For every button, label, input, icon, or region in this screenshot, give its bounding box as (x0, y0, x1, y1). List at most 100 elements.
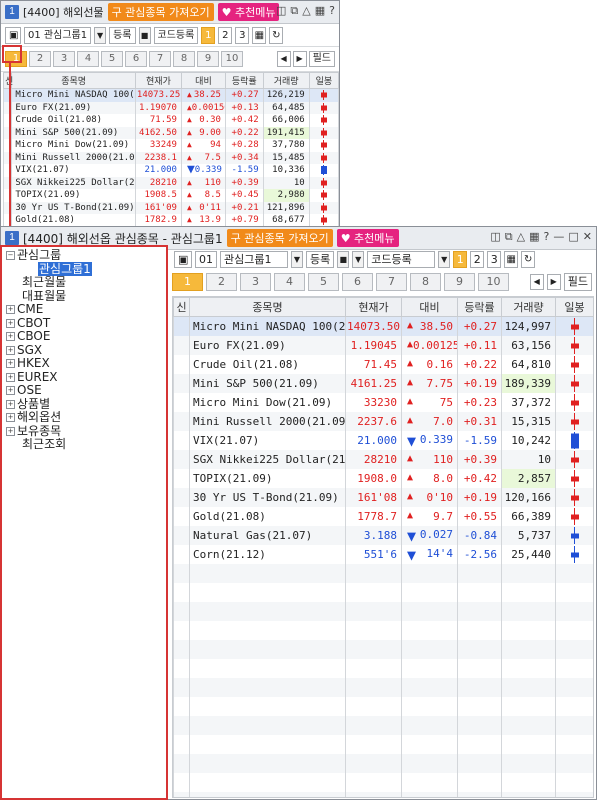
table-row[interactable]: Crude Oil(21.08) 71.45 ▲ 0.16 +0.22 64,810 (173, 355, 593, 374)
expand-icon[interactable]: + (6, 386, 15, 395)
expand-icon[interactable]: + (6, 359, 15, 368)
num-tab-1[interactable]: 1 (453, 250, 468, 268)
register-button[interactable]: 등록 (109, 26, 136, 44)
page-tab-7[interactable]: 7 (149, 51, 171, 67)
column-header[interactable]: 현재가 (134, 72, 182, 89)
table-row[interactable]: Natural Gas(21.07) 3.188 ▼ 0.027 -0.84 5,737 (173, 526, 593, 545)
tree-item-selected[interactable]: 관심그룹1 (6, 261, 162, 277)
symbol-name[interactable]: Micro Mini NASDAQ 100(21.09) (11, 88, 136, 102)
table-row[interactable]: Mini Russell 2000(21.09) 2237.6 ▲ 7.0 +0.31 1… (173, 412, 593, 431)
page-tab-9[interactable]: 9 (444, 273, 475, 291)
expand-icon[interactable]: + (6, 413, 15, 422)
register-dropdown-icon[interactable]: ■ (337, 250, 350, 268)
table-row[interactable]: TOPIX(21.09) 1908.5 ▲ 8.5 +0.45 2,980 (2, 189, 339, 202)
group-selector[interactable]: 01 관심그룹1 (24, 26, 92, 44)
expand-icon[interactable]: + (6, 332, 15, 341)
tree-item[interactable]: + EUREX (6, 370, 162, 385)
table-row[interactable]: Euro FX(21.09) 1.19045 ▲ 0.00125 +0.11 63,156 (173, 336, 593, 355)
tree-item[interactable]: + 해외옵션 (6, 410, 162, 425)
table-row[interactable]: Micro Mini NASDAQ 100(21.09)14073.50 ▲ 38.… (173, 316, 593, 336)
tree-item[interactable]: + CBOT (6, 316, 162, 331)
column-header[interactable]: 종목명 (11, 72, 136, 89)
help-icon[interactable]: ? (544, 230, 550, 244)
code-dropdown-icon[interactable]: ▼ (438, 250, 451, 268)
group-prefix[interactable]: 01 (195, 250, 217, 268)
maximize-icon[interactable]: □ (568, 230, 578, 244)
restore-icon[interactable]: ◫ (490, 230, 500, 244)
settings-icon[interactable]: ▦ (504, 250, 519, 268)
recommend-menu-button[interactable]: ♥ 추천메뉴 (217, 3, 280, 21)
page-tab-4[interactable]: 4 (274, 273, 305, 291)
refresh-icon[interactable]: ↻ (521, 250, 536, 268)
copy-icon[interactable]: ⧉ (290, 4, 298, 18)
recommend-menu-button[interactable]: ♥ 추천메뉴 (336, 229, 399, 247)
table-row[interactable]: SGX Nikkei225 Dollar(21.09)28210▲110+0.3… (173, 450, 593, 469)
symbol-name[interactable]: SGX Nikkei225 Dollar(21.09) (11, 176, 136, 189)
page-tab-3[interactable]: 3 (53, 51, 75, 67)
tree-item[interactable]: + CBOE (6, 329, 162, 344)
symbol-name[interactable]: Micro Mini Dow(21.09) (189, 393, 346, 412)
tree-toggle-icon[interactable]: ▣ (174, 250, 192, 268)
close-icon[interactable]: ✕ (583, 230, 592, 244)
code-register-field[interactable]: 코드등록 (367, 250, 436, 268)
table-row[interactable]: Gold(21.08) 1782.9 ▲ 13.9 +0.79 68,677 (2, 214, 339, 227)
expand-icon[interactable]: + (6, 372, 15, 382)
page-tab-8[interactable]: 8 (173, 51, 195, 67)
copy-icon[interactable]: ⧉ (505, 230, 513, 244)
column-header[interactable]: 일봉 (308, 72, 339, 89)
tree-item[interactable]: + CME (6, 302, 162, 317)
table-row[interactable]: Micro Mini NASDAQ 100(21.09)14073.25▲38.… (2, 88, 339, 102)
table-row[interactable]: Crude Oil(21.08) 71.59 ▲ 0.30 +0.42 66,006 (2, 114, 339, 127)
page-tab-5[interactable]: 5 (308, 273, 339, 291)
page-tab-4[interactable]: 4 (77, 51, 99, 67)
page-tab-6[interactable]: 6 (342, 273, 373, 291)
expand-icon[interactable]: + (6, 345, 15, 355)
field-button[interactable]: 필드 (563, 273, 592, 291)
num-tab-3[interactable]: 3 (235, 26, 250, 44)
symbol-name[interactable]: Crude Oil(21.08) (189, 355, 346, 374)
symbol-name[interactable]: 30 Yr US T-Bond(21.09) (189, 488, 346, 507)
table-row[interactable]: Micro Mini Dow(21.09) 33249 ▲ 94 +0.28 37,780 (2, 139, 339, 152)
expand-icon[interactable]: + (6, 399, 15, 409)
restore-icon[interactable]: ◫ (276, 4, 286, 18)
symbol-name[interactable]: Euro FX(21.09) (11, 101, 136, 114)
table-row[interactable]: TOPIX(21.09) 1908.0 ▲ 8.0 +0.42 2,857 (173, 469, 593, 488)
register-dropdown-icon[interactable]: ■ (138, 26, 151, 44)
num-tab-3[interactable]: 3 (487, 250, 502, 268)
table-row[interactable]: Mini S&P 500(21.09) 4161.25 ▲ 7.75 +0.19 189,… (173, 374, 593, 393)
expand-icon[interactable]: + (6, 305, 15, 314)
table-row[interactable]: Mini Russell 2000(21.09) 2238.1 ▲ 7.5 +0.34 1… (2, 151, 339, 164)
pin-icon[interactable]: △ (302, 4, 310, 18)
table-row[interactable]: Micro Mini Dow(21.09) 33230 ▲ 75 +0.23 37,372 (173, 393, 593, 412)
collapse-icon[interactable]: − (6, 251, 15, 260)
column-header[interactable]: 대비 (401, 297, 458, 317)
settings-icon[interactable]: ▦ (252, 26, 267, 44)
page-tab-9[interactable]: 9 (197, 51, 219, 67)
tree-item[interactable]: 최근월물 (6, 275, 162, 290)
symbol-name[interactable]: Gold(21.08) (11, 214, 136, 227)
symbol-name[interactable]: Mini S&P 500(21.09) (11, 126, 136, 139)
expand-icon[interactable]: + (6, 426, 15, 436)
num-tab-2[interactable]: 2 (470, 250, 485, 268)
column-header[interactable]: 현재가 (345, 297, 402, 317)
symbol-name[interactable]: Natural Gas(21.07) (189, 526, 346, 545)
page-tab-8[interactable]: 8 (410, 273, 441, 291)
group-dropdown-icon[interactable]: ▼ (94, 26, 107, 44)
page-tab-6[interactable]: 6 (125, 51, 147, 67)
column-header[interactable]: 일봉 (555, 297, 593, 317)
fetch-watchlist-button[interactable]: 구 관심종목 가져오기 (107, 3, 214, 21)
register-button[interactable]: 등록 (306, 250, 335, 268)
symbol-name[interactable]: Crude Oil(21.08) (11, 114, 136, 127)
tree-item[interactable]: + HKEX (6, 356, 162, 371)
table-row[interactable]: Corn(21.12) 551'6 ▼ 14'4 -2.56 25,440 (173, 545, 593, 564)
symbol-name[interactable]: Mini S&P 500(21.09) (189, 374, 346, 393)
minimize-icon[interactable]: — (553, 230, 564, 244)
table-row[interactable]: SGX Nikkei225 Dollar(21.09)28210▲110+0.3… (2, 176, 339, 189)
tree-item[interactable]: + 보유종목 (6, 424, 162, 439)
grid-icon[interactable]: ▦ (315, 4, 325, 18)
page-tab-2[interactable]: 2 (29, 51, 51, 67)
tree-item[interactable]: + OSE (6, 383, 162, 398)
column-header[interactable]: 거래량 (262, 72, 310, 89)
symbol-name[interactable]: Mini Russell 2000(21.09) (189, 412, 346, 431)
page-tab-3[interactable]: 3 (240, 273, 271, 291)
